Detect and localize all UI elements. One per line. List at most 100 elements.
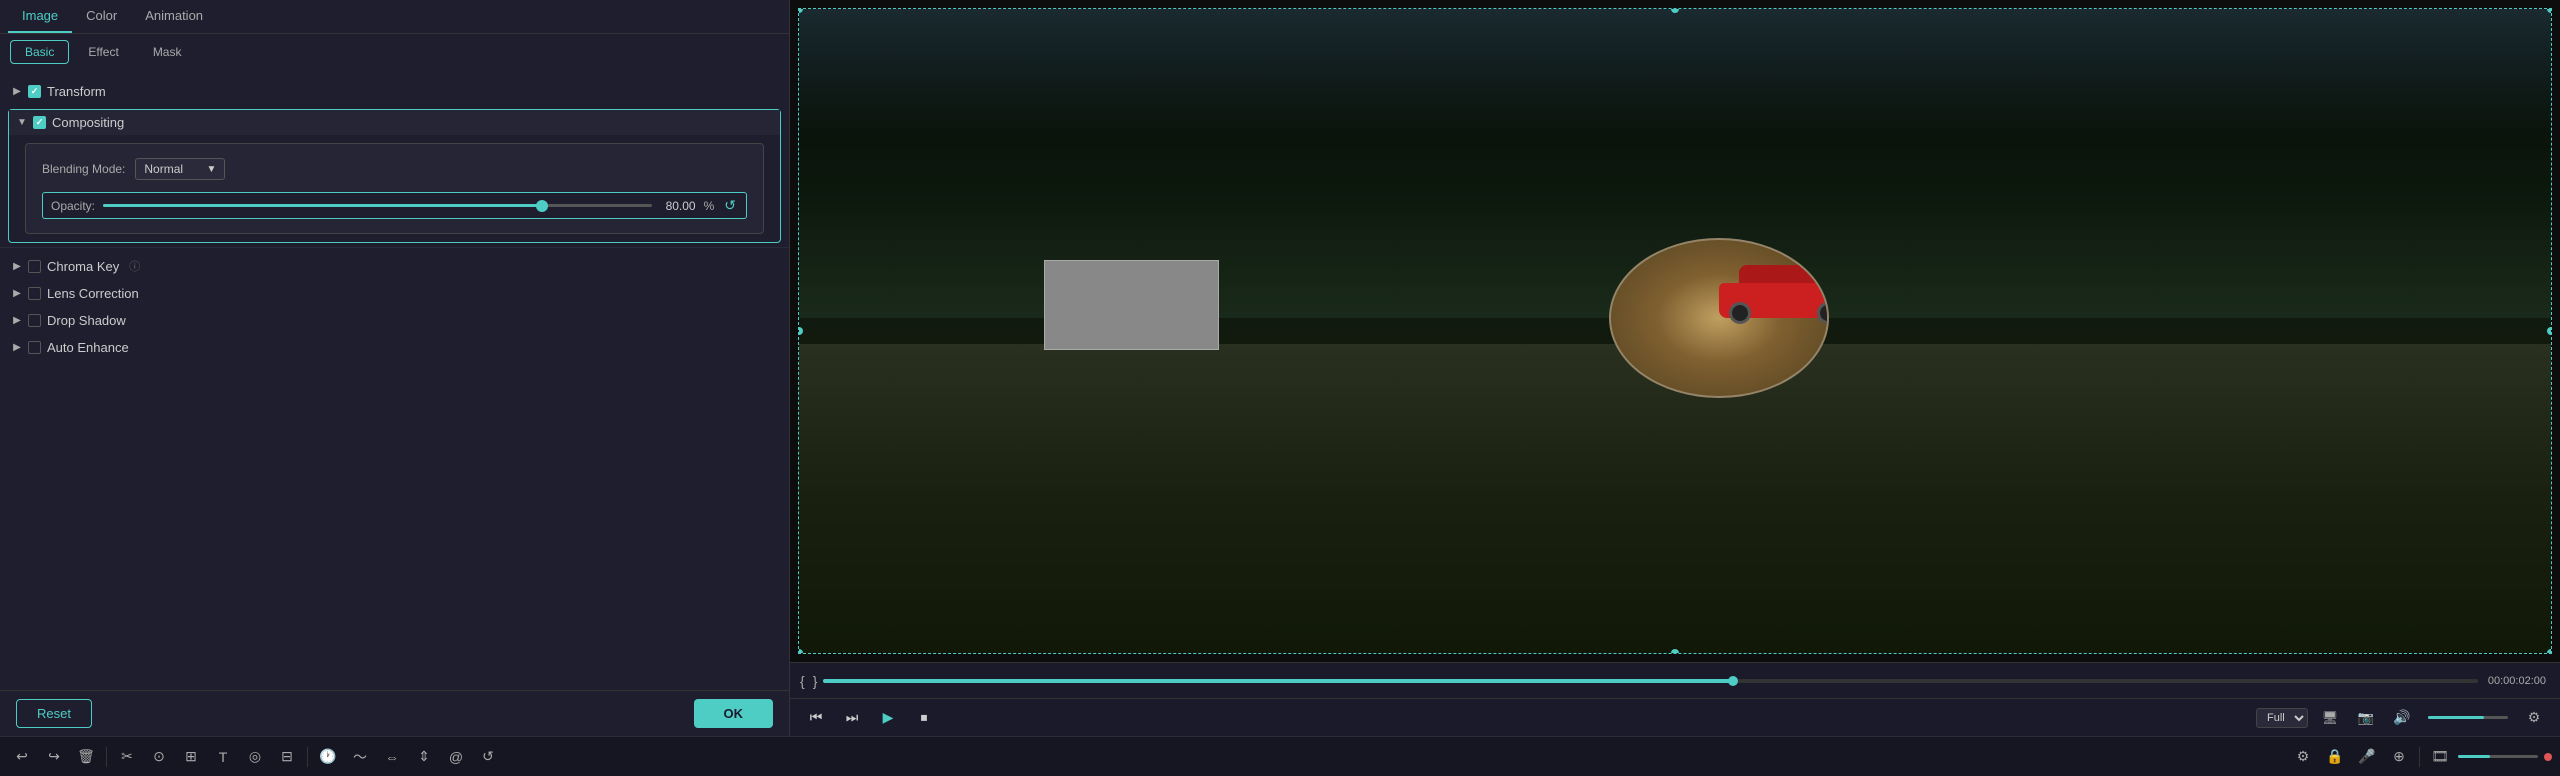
opacity-row: Opacity: 80.00 % ↺ xyxy=(42,192,747,219)
compositing-content: Blending Mode: Normal ▼ Opacity: xyxy=(25,143,764,234)
divider-1 xyxy=(0,247,789,248)
timeline-bar: { } 00:00:02:00 xyxy=(790,662,2560,698)
chroma-key-chevron: ▶ xyxy=(12,261,22,271)
toolbar-clock-btn[interactable]: 🕐 xyxy=(314,743,342,771)
volume-slider[interactable] xyxy=(2428,716,2508,719)
drop-shadow-chevron: ▶ xyxy=(12,316,22,326)
transform-label: Transform xyxy=(47,84,106,99)
opacity-reset-btn[interactable]: ↺ xyxy=(722,197,738,214)
sub-tabs: Basic Effect Mask xyxy=(0,34,789,70)
bracket-left-btn[interactable]: { xyxy=(798,673,807,689)
toolbar-wave-btn[interactable]: 〜 xyxy=(346,743,374,771)
subtab-effect[interactable]: Effect xyxy=(73,40,133,64)
scene-background xyxy=(799,9,2551,653)
chroma-key-checkbox[interactable] xyxy=(28,260,41,273)
bracket-right-btn[interactable]: } xyxy=(811,673,820,689)
opacity-value: 80.00 xyxy=(660,199,696,213)
panel-content: ▶ Transform ▼ Compositing Blending Mode: xyxy=(0,70,789,690)
zoom-fill xyxy=(2458,755,2490,758)
toolbar-target-btn[interactable]: ◎ xyxy=(241,743,269,771)
stop-btn[interactable]: ⏹ xyxy=(910,704,938,732)
handle-bottom-left[interactable] xyxy=(798,649,803,654)
handle-bottom-right[interactable] xyxy=(2547,649,2552,654)
left-panel: Image Color Animation Basic Effect Mask … xyxy=(0,0,790,736)
toolbar-minus-btn[interactable]: ⊟ xyxy=(273,743,301,771)
car-wheel-right xyxy=(1817,302,1829,324)
rewind-btn[interactable]: ⏮ xyxy=(802,704,830,732)
chroma-key-info-icon[interactable]: ⓘ xyxy=(129,258,140,274)
auto-enhance-checkbox[interactable] xyxy=(28,341,41,354)
screenshot-btn[interactable]: 📷 xyxy=(2352,704,2380,732)
tab-image[interactable]: Image xyxy=(8,0,72,33)
main-area: Image Color Animation Basic Effect Mask … xyxy=(0,0,2560,736)
play-btn[interactable]: ▶ xyxy=(874,704,902,732)
opacity-slider-thumb[interactable] xyxy=(536,200,548,212)
toolbar-at-btn[interactable]: @ xyxy=(442,743,470,771)
blend-mode-value: Normal xyxy=(144,162,183,176)
toolbar-mirror-btn[interactable]: ⇕ xyxy=(410,743,438,771)
blend-mode-select[interactable]: Normal ▼ xyxy=(135,158,225,180)
tab-animation[interactable]: Animation xyxy=(131,0,217,33)
settings-right-btn[interactable]: ⚙ xyxy=(2520,704,2548,732)
toolbar-cut-btn[interactable]: ✂ xyxy=(113,743,141,771)
toolbar-mic-btn[interactable]: 🎤 xyxy=(2353,743,2381,771)
subtab-basic[interactable]: Basic xyxy=(10,40,69,64)
toolbar-lock-btn[interactable]: 🔒 xyxy=(2321,743,2349,771)
blend-mode-row: Blending Mode: Normal ▼ xyxy=(42,158,747,180)
toolbar-undo-btn[interactable]: ↩ xyxy=(8,743,36,771)
handle-bottom-mid[interactable] xyxy=(1671,649,1679,654)
toolbar-text-btn[interactable]: T xyxy=(209,743,237,771)
toolbar-grid-btn[interactable]: ⊞ xyxy=(177,743,205,771)
bottom-bar: Reset OK xyxy=(0,690,789,736)
blend-mode-chevron: ▼ xyxy=(206,164,216,175)
quality-select[interactable]: Full xyxy=(2256,708,2308,728)
lens-correction-label: Lens Correction xyxy=(47,286,139,301)
prev-frame-btn[interactable]: ⏭ xyxy=(838,704,866,732)
toolbar-record-btn[interactable]: ⊕ xyxy=(2385,743,2413,771)
subtab-mask[interactable]: Mask xyxy=(138,40,197,64)
time-display: 00:00:02:00 xyxy=(2482,675,2552,687)
compositing-checkbox[interactable] xyxy=(33,116,46,129)
handle-top-right[interactable] xyxy=(2547,8,2552,13)
right-controls-row: ⏮ ⏭ ▶ ⏹ Full 🖥 📷 🔊 ⚙ xyxy=(790,698,2560,736)
toolbar-redo-btn[interactable]: ↪ xyxy=(40,743,68,771)
compositing-label: Compositing xyxy=(52,115,124,130)
volume-btn[interactable]: 🔊 xyxy=(2388,704,2416,732)
timeline-thumb[interactable] xyxy=(1728,676,1738,686)
compositing-chevron: ▼ xyxy=(17,118,27,128)
volume-fill xyxy=(2428,716,2484,719)
toolbar-sep-3 xyxy=(2419,747,2420,767)
blend-mode-label: Blending Mode: xyxy=(42,162,125,176)
monitor-btn[interactable]: 🖥 xyxy=(2316,704,2344,732)
red-dot-indicator xyxy=(2542,750,2552,764)
toolbar-filmstrip-btn[interactable]: 🎞 xyxy=(2426,743,2454,771)
toolbar-link-btn[interactable]: ⊙ xyxy=(145,743,173,771)
chroma-key-row[interactable]: ▶ Chroma Key ⓘ xyxy=(0,252,789,280)
ok-button[interactable]: OK xyxy=(694,699,774,728)
zoom-slider[interactable] xyxy=(2458,755,2538,758)
preview-area xyxy=(790,0,2560,662)
tab-color[interactable]: Color xyxy=(72,0,131,33)
drop-shadow-label: Drop Shadow xyxy=(47,313,126,328)
lens-correction-chevron: ▶ xyxy=(12,289,22,299)
transform-checkbox[interactable] xyxy=(28,85,41,98)
auto-enhance-row[interactable]: ▶ Auto Enhance xyxy=(0,334,789,361)
timeline-track[interactable] xyxy=(823,679,2478,683)
lens-correction-row[interactable]: ▶ Lens Correction xyxy=(0,280,789,307)
toolbar-rotate-btn[interactable]: ↺ xyxy=(474,743,502,771)
toolbar-delete-btn[interactable]: 🗑 xyxy=(72,743,100,771)
right-panel: { } 00:00:02:00 ⏮ ⏭ ▶ ⏹ Full 🖥 📷 🔊 ⚙ xyxy=(790,0,2560,736)
drop-shadow-row[interactable]: ▶ Drop Shadow xyxy=(0,307,789,334)
opacity-label: Opacity: xyxy=(51,199,95,213)
handle-right-mid[interactable] xyxy=(2547,327,2552,335)
transform-row[interactable]: ▶ Transform xyxy=(0,78,789,105)
chroma-key-label: Chroma Key xyxy=(47,259,119,274)
lens-correction-checkbox[interactable] xyxy=(28,287,41,300)
drop-shadow-checkbox[interactable] xyxy=(28,314,41,327)
compositing-header[interactable]: ▼ Compositing xyxy=(9,110,780,135)
toolbar-adjust-btn[interactable]: ⇔ xyxy=(378,743,406,771)
toolbar-settings-btn[interactable]: ⚙ xyxy=(2289,743,2317,771)
reset-button[interactable]: Reset xyxy=(16,699,92,728)
opacity-slider-fill xyxy=(103,204,542,207)
opacity-slider[interactable] xyxy=(103,204,652,207)
